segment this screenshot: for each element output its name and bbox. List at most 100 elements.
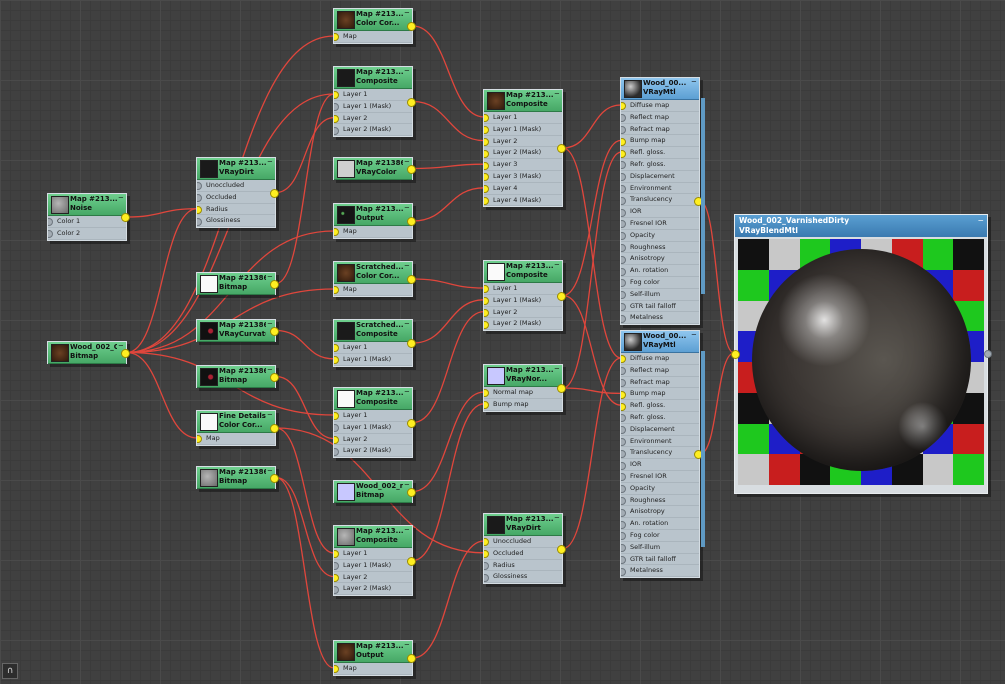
slot-socket[interactable] [621,314,626,323]
input-slot[interactable]: Layer 1 (Mask) [334,422,412,434]
node-header[interactable]: Map #213... Output ─ [334,641,412,663]
node-vraynorm[interactable]: Map #213... VRayNor... ─ Normal map Bump map [483,364,566,412]
slot-socket[interactable] [197,194,202,203]
input-slot[interactable]: Layer 1 (Mask) [334,101,412,113]
input-slot[interactable]: Reflect map [621,365,699,377]
node-header[interactable]: Map #213... VRayDirt ─ [197,158,275,180]
input-slot[interactable]: Refract map [621,377,699,389]
input-slot[interactable]: IOR [621,206,699,218]
minimize-icon[interactable]: ─ [555,514,559,522]
input-slot[interactable]: Layer 4 (Mask) [484,195,562,207]
node-header[interactable]: Map #213... VRayDirt ─ [484,514,562,536]
node-header[interactable]: Map #213862...Bitmap─ [197,467,275,489]
node-header[interactable]: Wood_00... VRayMtl ─ [621,78,699,100]
input-slot[interactable]: Map [334,226,412,238]
output-socket[interactable] [557,144,566,154]
minimize-icon[interactable]: ─ [692,331,696,339]
slot-socket[interactable] [334,126,339,135]
node-header[interactable]: Map #213... Noise ─ [48,194,126,216]
output-socket[interactable] [121,212,130,222]
minimize-icon[interactable]: ─ [555,90,559,98]
input-socket[interactable] [731,350,740,359]
output-socket[interactable] [407,97,416,107]
minimize-icon[interactable]: ─ [405,526,409,534]
input-slot[interactable]: Occluded [197,192,275,204]
input-slot[interactable]: Color 1 [48,216,126,228]
slot-socket[interactable] [334,33,339,42]
input-slot[interactable]: Bump map [621,388,699,401]
input-slot[interactable]: Layer 1 [484,283,562,295]
slot-socket[interactable] [621,208,626,217]
output-socket[interactable] [270,279,279,289]
node-comp4[interactable]: Map #213... Composite ─ Layer 1 Layer 1 (Mas… [483,89,566,208]
input-slot[interactable]: Layer 3 [484,159,562,171]
slot-socket[interactable] [621,544,626,553]
input-slot[interactable]: Diffuse map [621,353,699,365]
node-comp2[interactable]: Map #213... Composite ─ Layer 1 Layer 1 (Mas… [333,387,416,459]
slot-socket[interactable] [484,389,489,398]
minimize-icon[interactable]: ─ [405,262,409,270]
slot-socket[interactable] [197,217,202,226]
slot-socket[interactable] [334,562,339,571]
input-slot[interactable]: Layer 2 [334,572,412,584]
minimize-icon[interactable]: ─ [405,67,409,75]
slot-socket[interactable] [621,355,626,364]
output-socket[interactable] [984,350,992,358]
slot-socket[interactable] [621,184,626,193]
node-vraydirt1[interactable]: Map #213... VRayDirt ─ Unoccluded Occluded Ra… [196,157,279,229]
input-slot[interactable]: Reflect map [621,112,699,124]
minimize-icon[interactable]: ─ [692,78,696,86]
slot-socket[interactable] [621,291,626,300]
slot-socket[interactable] [334,447,339,456]
input-slot[interactable]: Occluded [484,548,562,560]
output-socket[interactable] [270,473,279,483]
slot-socket[interactable] [621,161,626,170]
slot-socket[interactable] [484,538,489,547]
input-slot[interactable]: Layer 2 (Mask) [484,147,562,160]
input-slot[interactable]: Map [334,284,412,296]
node-woodn[interactable]: Wood_002_n...Bitmap─ [333,480,416,503]
slot-socket[interactable] [621,125,626,134]
output-socket[interactable] [270,372,279,382]
slot-socket[interactable] [621,302,626,311]
input-slot[interactable]: Layer 1 [484,112,562,124]
input-slot[interactable]: Layer 1 (Mask) [334,560,412,572]
node-bitmap1[interactable]: Map #213862...Bitmap─ [196,272,279,295]
node-header[interactable]: Map #213862...Bitmap─ [197,273,275,295]
slot-socket[interactable] [621,220,626,229]
input-slot[interactable]: Fog color [621,530,699,542]
node-header[interactable]: Map #213... Composite ─ [334,526,412,548]
minimize-icon[interactable]: ─ [405,204,409,212]
slot-socket[interactable] [621,102,626,111]
input-slot[interactable]: An. rotation [621,518,699,530]
slot-socket[interactable] [484,308,489,317]
slot-socket[interactable] [484,161,489,170]
minimize-icon[interactable]: ─ [978,216,983,225]
input-slot[interactable]: Anisotropy [621,253,699,266]
output-socket[interactable] [407,418,416,428]
node-bitmap2[interactable]: Map #213862...Bitmap─ [196,365,279,388]
input-slot[interactable]: Roughness [621,242,699,254]
slot-socket[interactable] [484,320,489,329]
slot-socket[interactable] [621,390,626,399]
input-slot[interactable]: Layer 1 [334,342,412,354]
output-socket[interactable] [270,326,279,336]
slot-socket[interactable] [484,126,489,135]
blend-material-node[interactable]: Wood_002_VarnishedDirty VRayBlendMtl ─ [731,214,992,494]
slot-socket[interactable] [484,114,489,123]
slot-socket[interactable] [621,437,626,446]
slot-socket[interactable] [621,532,626,541]
input-slot[interactable]: Layer 1 (Mask) [334,354,412,366]
slot-socket[interactable] [48,218,53,227]
slot-socket[interactable] [48,230,53,239]
slot-socket[interactable] [621,367,626,376]
minimize-icon[interactable]: ─ [405,9,409,17]
slot-socket[interactable] [334,228,339,237]
output-socket[interactable] [557,383,566,393]
slot-socket[interactable] [621,232,626,241]
slot-socket[interactable] [621,520,626,529]
output-socket[interactable] [407,653,416,663]
input-slot[interactable]: Fresnel IOR [621,471,699,483]
input-slot[interactable]: Layer 2 [484,307,562,319]
slot-socket[interactable] [197,182,202,191]
